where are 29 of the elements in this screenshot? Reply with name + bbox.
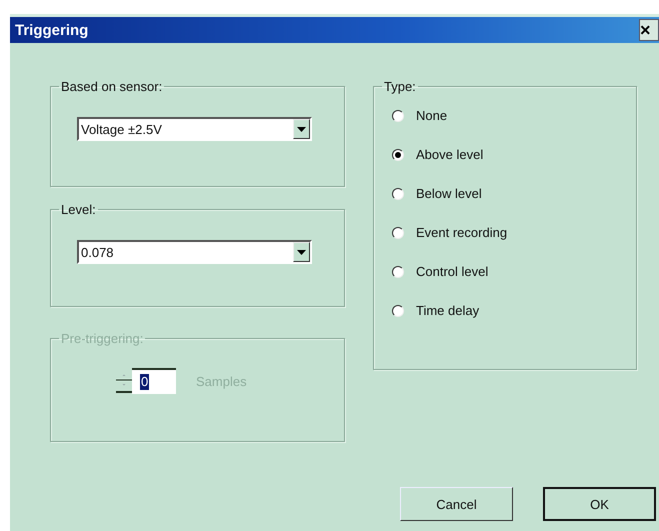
dialog-button[interactable]: OK <box>543 487 656 521</box>
dropdown[interactable]: 0.078 <box>77 240 312 264</box>
radio-option[interactable]: Control level <box>392 262 636 281</box>
radio-option[interactable]: None <box>392 106 636 125</box>
dropdown[interactable]: Voltage ±2.5V <box>77 117 312 141</box>
close-button[interactable]: × <box>639 19 659 41</box>
radio-option[interactable]: Event recording <box>392 223 636 242</box>
dropdown-button[interactable] <box>293 242 310 262</box>
radio-button[interactable] <box>392 110 404 122</box>
group-label: Level: <box>61 202 96 217</box>
caret-icon <box>297 126 306 132</box>
radio-option[interactable]: Above level <box>392 145 636 164</box>
dropdown-button[interactable] <box>293 119 310 139</box>
group-label: Based on sensor: <box>61 79 162 94</box>
radio-option[interactable]: Below level <box>392 184 636 203</box>
caret-icon <box>297 250 306 254</box>
group-label: Pre-triggering: <box>61 331 144 346</box>
radio-button[interactable] <box>392 188 404 200</box>
radio-button[interactable] <box>392 226 404 238</box>
radio-button[interactable] <box>392 148 404 160</box>
dropdown-value: Voltage ±2.5V <box>80 122 162 136</box>
radio-button[interactable] <box>392 266 404 278</box>
radio-option[interactable]: Time delay <box>392 301 636 320</box>
dialog-button[interactable]: Cancel <box>400 487 513 521</box>
window-title: Triggering <box>15 22 88 38</box>
group-label: Type: <box>384 79 416 94</box>
field-value: 0 <box>140 374 150 390</box>
radio-button[interactable] <box>392 304 404 316</box>
dropdown-value: 0.078 <box>80 244 114 260</box>
